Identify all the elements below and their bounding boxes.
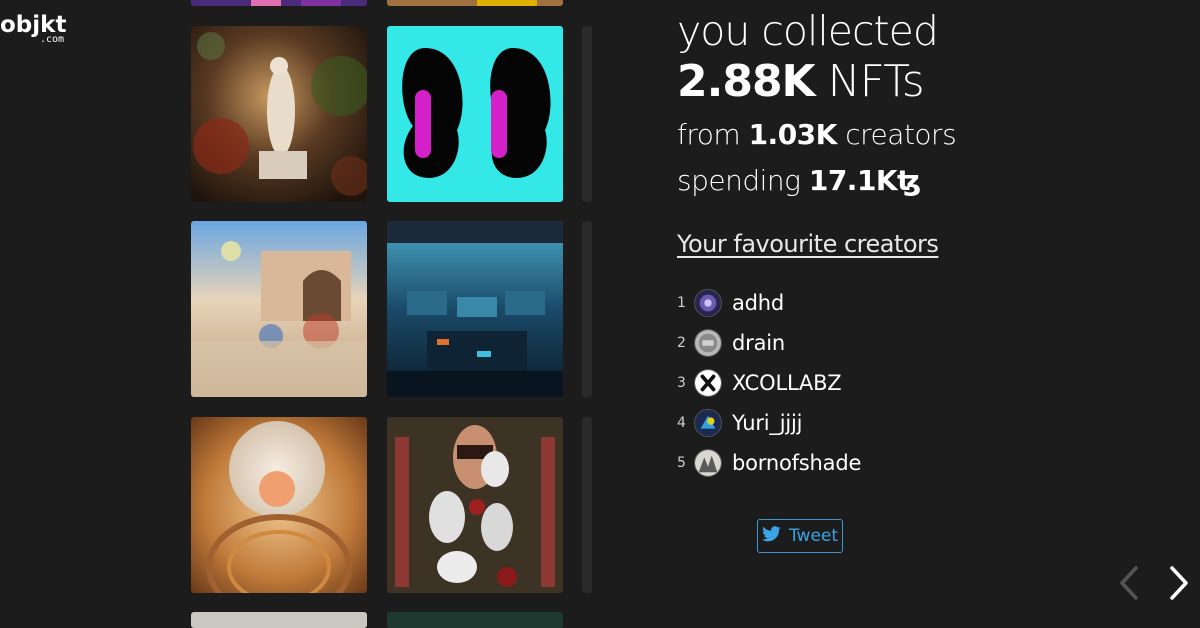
- creators-prefix: from: [677, 118, 741, 151]
- creator-rank: 3: [677, 375, 686, 391]
- spending-value: 17.1K: [808, 164, 898, 197]
- nft-tile-top-partial-2[interactable]: [387, 0, 563, 6]
- favourite-creators-link[interactable]: Your favourite creators: [677, 230, 939, 258]
- tweet-button[interactable]: Tweet: [757, 519, 843, 553]
- creator-rank: 1: [677, 295, 686, 311]
- nft-tile-bottom-partial-2[interactable]: [387, 612, 563, 628]
- creator-name: adhd: [732, 291, 785, 315]
- creator-rank: 5: [677, 455, 686, 471]
- favourite-creators-list: 1 adhd 2 drain 3 XCOLLABZ 4 Yuri_jjjj 5 …: [677, 283, 861, 483]
- nft-tile-edge-2[interactable]: [582, 221, 592, 397]
- twitter-bird-icon: [761, 525, 781, 547]
- creators-count-line: from 1.03K creators: [677, 112, 977, 158]
- adhd-avatar: [694, 289, 722, 317]
- spending-prefix: spending: [677, 164, 801, 197]
- nft-tile-6[interactable]: [387, 417, 563, 593]
- creator-item[interactable]: 4 Yuri_jjjj: [677, 403, 861, 443]
- creator-item[interactable]: 2 drain: [677, 323, 861, 363]
- nft-tile-top-partial-1[interactable]: [191, 0, 367, 6]
- nfts-count-value: 2.88K: [677, 56, 816, 107]
- summary-heading: you collected: [677, 7, 939, 55]
- nft-tile-3[interactable]: [191, 221, 367, 397]
- nft-tile-4[interactable]: [387, 221, 563, 397]
- chevron-right-icon[interactable]: [1164, 562, 1192, 604]
- nft-tile-edge-3[interactable]: [582, 417, 592, 593]
- creator-name: drain: [732, 331, 785, 355]
- nfts-count-line: 2.88K NFTs: [677, 54, 977, 110]
- creators-count-value: 1.03K: [748, 118, 838, 151]
- creator-item[interactable]: 3 XCOLLABZ: [677, 363, 861, 403]
- chevron-left-icon[interactable]: [1114, 562, 1142, 604]
- creator-name: bornofshade: [732, 451, 862, 475]
- nft-tile-edge-1[interactable]: [582, 26, 592, 202]
- nft-tile-1[interactable]: [191, 26, 367, 202]
- creator-rank: 2: [677, 335, 686, 351]
- creator-name: XCOLLABZ: [732, 371, 842, 395]
- spending-line: spending 17.1Kꜩ: [677, 158, 977, 204]
- creator-name: Yuri_jjjj: [732, 411, 803, 435]
- creators-label: creators: [845, 118, 957, 151]
- creator-item[interactable]: 5 bornofshade: [677, 443, 861, 483]
- nft-tile-bottom-partial-1[interactable]: [191, 612, 367, 628]
- nft-tile-5[interactable]: [191, 417, 367, 593]
- tweet-label: Tweet: [788, 526, 839, 546]
- nft-tile-2[interactable]: [387, 26, 563, 202]
- collection-summary: you collected 2.88K NFTs from 1.03K crea…: [677, 8, 977, 204]
- bornofshade-avatar: [694, 449, 722, 477]
- yuri-avatar: [694, 409, 722, 437]
- drain-avatar: [694, 329, 722, 357]
- nfts-count-label: NFTs: [827, 56, 925, 107]
- objkt-logo[interactable]: objkt .com: [0, 14, 66, 45]
- creator-item[interactable]: 1 adhd: [677, 283, 861, 323]
- tezos-symbol: ꜩ: [897, 164, 921, 197]
- xcollabz-avatar: [694, 369, 722, 397]
- creator-rank: 4: [677, 415, 686, 431]
- logo-domain: .com: [40, 34, 65, 45]
